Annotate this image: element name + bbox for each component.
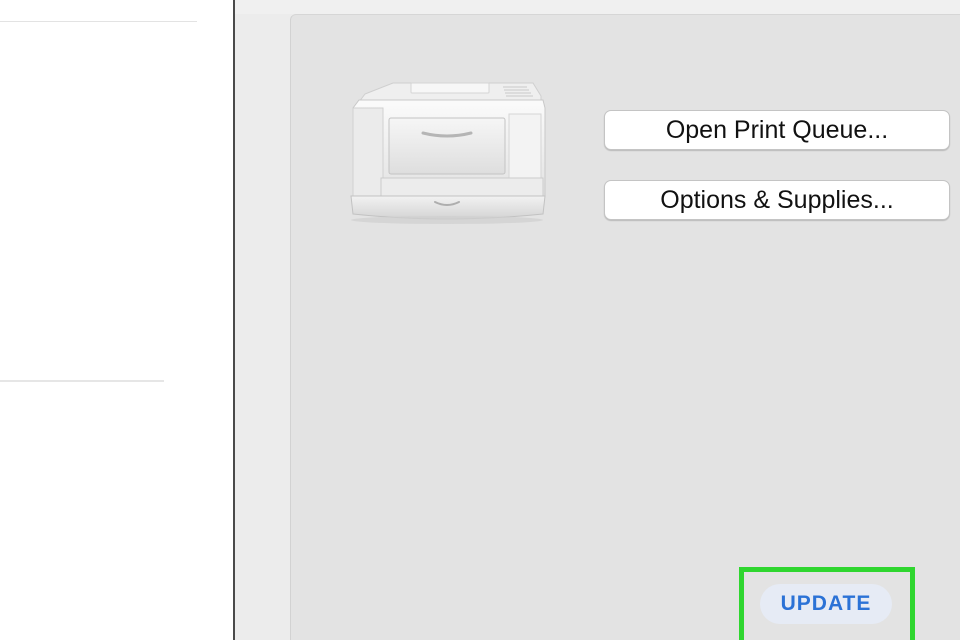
options-supplies-button[interactable]: Options & Supplies... — [604, 180, 950, 220]
open-print-queue-button[interactable]: Open Print Queue... — [604, 110, 950, 150]
left-divider — [0, 21, 197, 22]
printer-icon — [345, 78, 550, 228]
screenshot-stage: Open Print Queue... Options & Supplies..… — [0, 0, 960, 640]
window-top-strip — [235, 0, 960, 14]
update-button[interactable]: UPDATE — [760, 584, 892, 624]
left-content-pane — [0, 0, 233, 640]
left-divider — [0, 380, 164, 382]
